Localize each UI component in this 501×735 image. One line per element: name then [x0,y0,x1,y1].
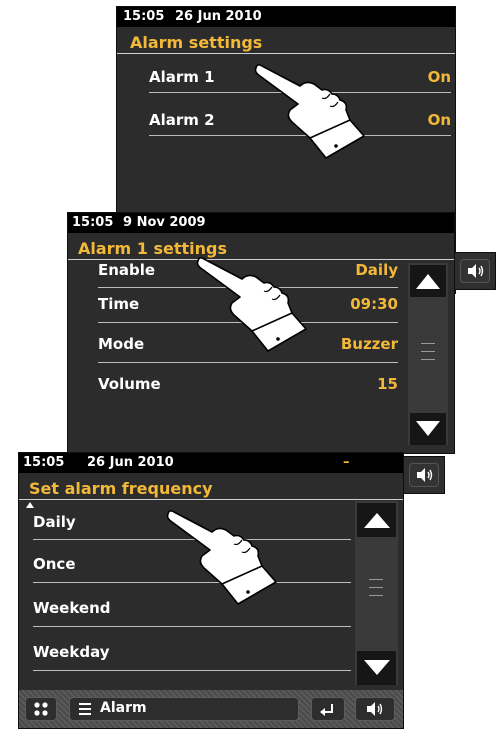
scroll-down-button[interactable] [357,651,396,685]
time-value: 09:30 [350,295,398,313]
row-divider [33,670,351,671]
daily-label: Daily [33,513,76,531]
alarm-1-label: Alarm 1 [149,68,215,86]
mode-label: Mode [98,335,145,353]
scroll-grip[interactable] [369,579,383,603]
speaker-volume-icon [367,702,383,716]
scroll-down-arrow-icon [363,660,390,675]
status-time: 15:05 [72,215,114,230]
status-dash: – [343,455,350,470]
scroll-up-button[interactable] [410,265,446,297]
home-grid-button[interactable] [25,697,57,721]
status-time: 15:05 [123,9,165,24]
scrollbar[interactable] [355,501,398,685]
status-date: 26 Jun 2010 [87,455,174,470]
enable-value: Daily [355,261,398,279]
scrollbar[interactable] [408,263,448,445]
row-divider [98,362,398,363]
volume-button[interactable] [403,456,445,494]
back-arrow-icon [320,704,333,716]
mode-value: Buzzer [340,335,398,353]
time-label: Time [98,295,140,313]
alarm-2-label: Alarm 2 [149,111,215,129]
speaker-volume-icon [417,468,433,482]
volume-label: Volume [98,375,161,393]
pointing-hand-icon [166,510,277,605]
volume-button[interactable] [454,252,496,290]
back-button[interactable] [311,697,345,721]
alarm-1-value: On [427,68,451,86]
menu-button[interactable]: Alarm [69,697,299,721]
volume-button-face [460,259,490,283]
row-divider [33,626,351,627]
volume-value: 15 [377,375,398,393]
page-title-bar: Set alarm frequency [19,475,403,500]
status-bar: 15:05 26 Jun 2010 – [19,453,403,473]
pointing-hand-icon [196,257,307,352]
page-title: Set alarm frequency [29,479,213,498]
page-title-bar: Alarm settings [117,29,455,54]
scroll-up-arrow-icon [363,513,390,528]
menu-icon [79,703,91,715]
speaker-volume-icon [468,264,484,278]
scroll-up-button[interactable] [357,503,396,537]
status-date: 9 Nov 2009 [123,215,206,230]
pointing-hand-icon [254,64,365,159]
menu-label: Alarm [100,700,147,716]
volume-button[interactable] [355,697,395,721]
status-bar: 15:05 9 Nov 2009 [68,213,454,233]
once-label: Once [33,555,76,573]
volume-button-face [409,463,439,487]
bottom-toolbar: Alarm [19,690,403,728]
scroll-down-button[interactable] [410,413,446,445]
scroll-grip[interactable] [421,343,435,367]
enable-label: Enable [98,261,156,279]
status-bar: 15:05 26 Jun 2010 [117,7,455,27]
scroll-position-marker-icon [26,502,34,508]
weekday-row[interactable]: Weekday [33,640,351,676]
weekday-label: Weekday [33,643,110,661]
alarm-2-value: On [427,111,451,129]
page-title: Alarm settings [130,33,263,52]
scroll-up-arrow-icon [416,274,440,289]
weekend-label: Weekend [33,599,111,617]
volume-row[interactable]: Volume 15 [98,372,398,408]
status-date: 26 Jun 2010 [175,9,262,24]
status-time: 15:05 [23,455,65,470]
grid-icon [34,702,48,716]
scroll-down-arrow-icon [416,421,440,436]
